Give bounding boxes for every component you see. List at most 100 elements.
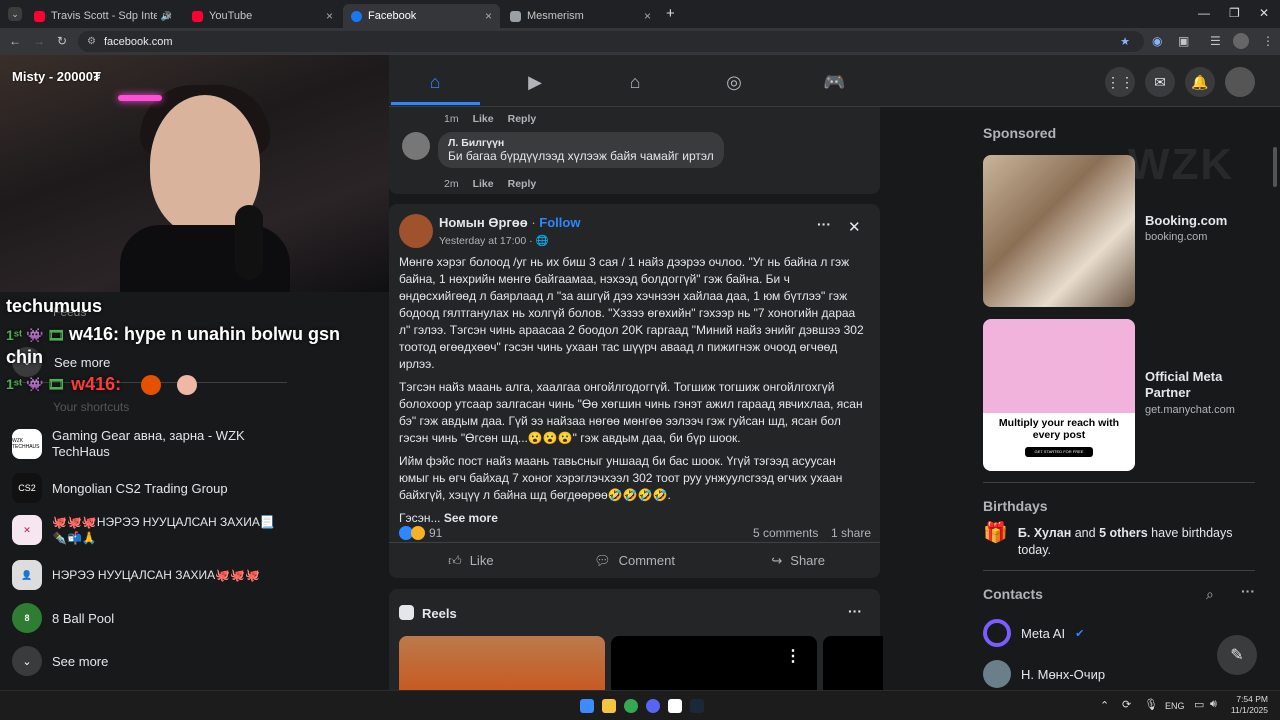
browser-tab-bar: ⌄ Travis Scott - Sdp Interlude 🔊 × YouTu… [0, 0, 1280, 28]
browser-menu-icon[interactable]: ⋮ [1262, 34, 1274, 48]
like-link[interactable]: Like [473, 113, 494, 125]
steam-icon[interactable] [690, 699, 704, 713]
chrome-icon[interactable] [624, 699, 638, 713]
chat-badges: 1ˢᵗ 👾 🎞 [6, 327, 69, 343]
contacts-search-icon[interactable]: ⌕ [1206, 586, 1214, 603]
reel-thumbnail[interactable]: ⋮ [611, 636, 817, 690]
neon-light [118, 95, 162, 101]
menu-grid-icon[interactable]: ⋮⋮ [1105, 67, 1135, 97]
contact-monkh-ochir[interactable]: Н. Мөнх-Очир [983, 660, 1105, 688]
gaming-icon[interactable]: 🎮 [823, 72, 845, 92]
groups-icon[interactable]: ◎ [724, 72, 744, 92]
post-time[interactable]: Yesterday at 17:00 · 🌐 [439, 234, 549, 247]
close-tab-icon[interactable]: × [644, 9, 651, 23]
commenter-avatar[interactable] [402, 132, 430, 160]
star-icon[interactable]: ★ [1120, 35, 1130, 48]
close-window-icon[interactable]: ✕ [1259, 6, 1269, 20]
volume-icon[interactable]: 🔊︎ [1210, 698, 1217, 711]
forward-icon[interactable]: → [33, 34, 45, 48]
ad-manychat[interactable]: Multiply your reach with every post GET … [983, 319, 1253, 471]
post-close-button[interactable]: ✕ [848, 218, 861, 236]
scrollbar-thumb[interactable] [1273, 147, 1277, 187]
birthdays-heading: Birthdays [983, 498, 1048, 514]
follow-link[interactable]: Follow [539, 215, 580, 230]
account-avatar[interactable] [1225, 67, 1255, 97]
browser-toolbar: ← → ↻ ⚙ facebook.com ★ ◉ ▣ ☰ ⋮ [0, 28, 1280, 55]
see-more-label: See more [52, 653, 109, 669]
site-info-icon[interactable]: ⚙ [87, 36, 96, 47]
like-button[interactable]: 👍︎ Like [389, 543, 553, 578]
close-tab-icon[interactable]: × [326, 9, 333, 23]
network-icon[interactable]: ▭ [1194, 698, 1204, 711]
reel-thumbnail[interactable] [823, 636, 883, 690]
windows-start-icon[interactable] [580, 699, 594, 713]
shortcut-secret-letter-2[interactable]: 👤 НЭРЭЭ НУУЦАЛСАН ЗАХИА🐙🐙🐙 [12, 560, 260, 590]
thumbs-up-icon: 👍︎ [448, 552, 462, 568]
notifications-icon[interactable]: 🔔 [1185, 67, 1215, 97]
app-icon[interactable] [668, 699, 682, 713]
reel-menu-icon[interactable]: ⋮ [785, 646, 801, 666]
comment-author[interactable]: Л. Билгүүн [448, 137, 714, 149]
reel-thumbnail[interactable] [399, 636, 605, 690]
post-author[interactable]: Номын Өргөө [439, 215, 528, 230]
tab-youtube[interactable]: YouTube × [184, 4, 341, 28]
author-avatar[interactable] [399, 214, 433, 248]
reaction-summary[interactable]: 91 [399, 526, 442, 540]
facebook-top-nav: ⌂ ▶ ⌂ ◎ 🎮 ⋮⋮ ✉ 🔔 [389, 55, 1280, 107]
tab-mesmerism[interactable]: Mesmerism × [502, 4, 659, 28]
close-tab-icon[interactable]: × [485, 9, 492, 23]
tray-chevron-icon[interactable]: ⌃ [1100, 699, 1109, 712]
shortcut-cs2[interactable]: CS2 Mongolian CS2 Trading Group [12, 473, 228, 503]
reading-list-icon[interactable]: ☰ [1210, 34, 1221, 48]
post-more-button[interactable]: ··· [817, 216, 831, 232]
share-count[interactable]: 1 share [831, 526, 871, 540]
extensions-puzzle-icon[interactable]: ▣ [1178, 34, 1189, 48]
see-more-button[interactable]: ⌄ See more [12, 646, 108, 676]
tray-icon[interactable]: 🎙︎ [1144, 698, 1158, 711]
comment-count[interactable]: 5 comments [753, 526, 818, 540]
chevron-down-icon: ⌄ [12, 646, 42, 676]
contacts-more-icon[interactable]: ··· [1241, 583, 1255, 599]
language-indicator[interactable]: ENG [1165, 701, 1185, 711]
discord-icon[interactable] [646, 699, 660, 713]
new-tab-button[interactable]: + [666, 5, 675, 22]
reels-more-button[interactable]: ··· [848, 603, 862, 619]
marketplace-icon[interactable]: ⌂ [625, 72, 645, 92]
tab-list-icon[interactable]: ⌄ [8, 7, 22, 21]
close-tab-icon[interactable]: × [165, 9, 172, 23]
extension-icon[interactable]: ◉ [1152, 34, 1162, 48]
see-more-link[interactable]: See more [444, 511, 498, 525]
contact-avatar [983, 660, 1011, 688]
shortcut-secret-letter[interactable]: ✕ 🐙🐙🐙НЭРЭЭ НУУЦАЛСАН ЗАХИА📃✒️📬🙏 [12, 514, 292, 546]
home-icon[interactable]: ⌂ [425, 72, 445, 92]
compose-icon: ✎ [1230, 647, 1244, 664]
profile-avatar[interactable] [1233, 33, 1249, 49]
shortcut-8-ball-pool[interactable]: 8 8 Ball Pool [12, 603, 114, 633]
reload-icon[interactable]: ↻ [57, 34, 67, 48]
new-message-button[interactable]: ✎ [1217, 635, 1257, 675]
back-icon[interactable]: ← [9, 34, 21, 48]
tab-travis-scott[interactable]: Travis Scott - Sdp Interlude 🔊 × [26, 4, 180, 28]
restore-icon[interactable]: ❐ [1229, 6, 1240, 20]
like-link[interactable]: Like [473, 178, 494, 190]
file-explorer-icon[interactable] [602, 699, 616, 713]
tab-facebook[interactable]: Facebook × [343, 4, 500, 28]
shortcut-wzk[interactable]: WZK TECHHAUS Gaming Gear авна, зарна - W… [12, 428, 282, 460]
birthday-row[interactable]: 🎁 Б. Хулан and 5 others have birthdays t… [983, 523, 1253, 559]
share-label: Share [790, 553, 825, 568]
minimize-icon[interactable]: — [1198, 6, 1210, 20]
tray-icon[interactable]: ⟳ [1122, 698, 1131, 711]
reply-link[interactable]: Reply [508, 113, 537, 125]
reply-link[interactable]: Reply [508, 178, 537, 190]
comment-button[interactable]: 💬︎ Comment [553, 543, 717, 578]
video-icon[interactable]: ▶ [525, 72, 545, 92]
share-button[interactable]: ↪ Share [716, 543, 880, 578]
address-bar[interactable]: ⚙ facebook.com ★ [78, 31, 1144, 52]
comment-time: 1m [444, 113, 459, 125]
group-icon: ✕ [12, 515, 42, 545]
comment-card: 1m Like Reply Л. Билгүүн Би багаа бүрдүү… [389, 107, 880, 194]
clock[interactable]: 7:54 PM 11/1/2025 [1228, 694, 1268, 716]
messenger-icon[interactable]: ✉ [1145, 67, 1175, 97]
contact-meta-ai[interactable]: Meta AI ✔ [983, 619, 1084, 647]
page-scrollbar[interactable] [1270, 107, 1280, 690]
